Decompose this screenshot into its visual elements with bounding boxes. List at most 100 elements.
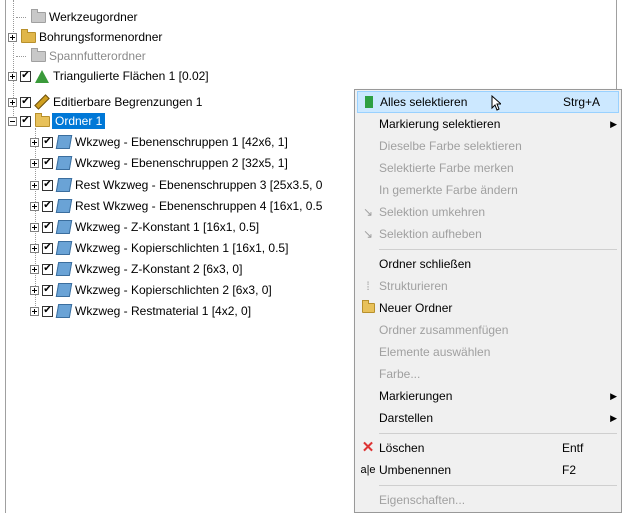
menu-item-properties[interactable]: Eigenschaften...	[357, 489, 619, 511]
visibility-checkbox[interactable]: ✔	[42, 242, 53, 254]
expand-icon[interactable]	[30, 243, 39, 253]
folder-icon	[34, 112, 50, 128]
tree-item-bohrungsformenordner[interactable]: Bohrungsformenordner	[8, 27, 162, 47]
expand-icon[interactable]	[8, 97, 17, 107]
holder-folder-icon	[30, 47, 46, 63]
expand-icon[interactable]	[30, 201, 39, 211]
toolpath-icon	[55, 199, 73, 213]
toolpath-icon	[55, 156, 73, 170]
menu-item-invert-selection[interactable]: ↘ Selektion umkehren	[357, 201, 619, 223]
tree-item-werkzeugordner[interactable]: Werkzeugordner	[16, 7, 138, 27]
hole-folder-icon	[20, 28, 36, 44]
visibility-checkbox[interactable]: ✔	[42, 157, 53, 169]
tree-item-toolpath[interactable]: ✔ Wkzweg - Ebenenschruppen 2 [32x5, 1]	[30, 153, 288, 173]
menu-item-delete[interactable]: ✕ Löschen Entf	[357, 437, 619, 459]
toolpath-icon	[55, 178, 73, 192]
tree-item-triangulierte-flaechen[interactable]: ✔ Triangulierte Flächen 1 [0.02]	[8, 66, 209, 86]
submenu-arrow-icon: ▶	[610, 413, 617, 423]
rename-icon: a|e	[360, 464, 376, 476]
visibility-checkbox[interactable]: ✔	[42, 136, 53, 148]
menu-item-markings[interactable]: Markierungen ▶	[357, 385, 619, 407]
menu-item-new-folder[interactable]: Neuer Ordner	[357, 297, 619, 319]
menu-item-rename[interactable]: a|e Umbenennen F2	[357, 459, 619, 481]
visibility-checkbox[interactable]: ✔	[20, 115, 31, 127]
menu-item-color[interactable]: Farbe...	[357, 363, 619, 385]
visibility-checkbox[interactable]: ✔	[42, 305, 53, 317]
toolpath-icon	[55, 304, 73, 318]
visibility-checkbox[interactable]: ✔	[42, 221, 53, 233]
tree-item-spannfutterordner[interactable]: Spannfutterordner	[16, 46, 146, 66]
toolpath-icon	[55, 283, 73, 297]
visibility-checkbox[interactable]: ✔	[20, 96, 31, 108]
menu-item-merge-folder[interactable]: Ordner zusammenfügen	[357, 319, 619, 341]
tree-item-label: Ordner 1	[52, 113, 106, 129]
delete-icon: ✕	[361, 439, 375, 456]
visibility-checkbox[interactable]: ✔	[42, 263, 53, 275]
tree-item-label: Rest Wkzweg - Ebenenschruppen 3 [25x3.5,…	[75, 178, 323, 192]
tree-item-label: Werkzeugordner	[49, 10, 138, 24]
submenu-arrow-icon: ▶	[610, 391, 617, 401]
tree-item-toolpath[interactable]: ✔ Wkzweg - Z-Konstant 2 [6x3, 0]	[30, 259, 242, 279]
menu-separator	[379, 433, 617, 434]
pencil-icon	[34, 94, 50, 110]
expand-icon[interactable]	[30, 264, 39, 274]
tree-item-label: Wkzweg - Restmaterial 1 [4x2, 0]	[75, 304, 252, 318]
toolpath-icon	[55, 135, 73, 149]
menu-item-select-all[interactable]: Alles selektieren Strg+A	[357, 91, 619, 113]
clear-selection-icon: ↘	[362, 227, 374, 241]
menu-separator	[379, 485, 617, 486]
expand-icon[interactable]	[30, 222, 39, 232]
tree-item-toolpath[interactable]: ✔ Wkzweg - Kopierschlichten 1 [16x1, 0.5…	[30, 238, 288, 258]
tree-item-label: Spannfutterordner	[49, 49, 146, 63]
tree-item-label: Wkzweg - Z-Konstant 1 [16x1, 0.5]	[75, 220, 260, 234]
menu-item-change-to-color[interactable]: In gemerkte Farbe ändern	[357, 179, 619, 201]
tree-item-label: Editierbare Begrenzungen 1	[53, 95, 203, 109]
expand-icon[interactable]	[30, 306, 39, 316]
menu-item-clear-selection[interactable]: ↘ Selektion aufheben	[357, 223, 619, 245]
tree-item-label: Wkzweg - Z-Konstant 2 [6x3, 0]	[75, 262, 243, 276]
expand-icon[interactable]	[30, 158, 39, 168]
menu-item-remember-color[interactable]: Selektierte Farbe merken	[357, 157, 619, 179]
context-menu: Alles selektieren Strg+A Markierung sele…	[354, 89, 622, 513]
tree-item-label: Wkzweg - Kopierschlichten 2 [6x3, 0]	[75, 283, 272, 297]
tree-item-label: Bohrungsformenordner	[39, 30, 163, 44]
tree-item-toolpath[interactable]: ✔ Wkzweg - Ebenenschruppen 1 [42x6, 1]	[30, 132, 288, 152]
tree-item-label: Triangulierte Flächen 1 [0.02]	[53, 69, 209, 83]
new-folder-icon	[361, 300, 375, 315]
tree-item-label: Wkzweg - Ebenenschruppen 1 [42x6, 1]	[75, 135, 288, 149]
tree-item-label: Rest Wkzweg - Ebenenschruppen 4 [16x1, 0…	[75, 199, 323, 213]
menu-item-select-elements[interactable]: Elemente auswählen	[357, 341, 619, 363]
tree-item-label: Wkzweg - Ebenenschruppen 2 [32x5, 1]	[75, 156, 288, 170]
expand-icon[interactable]	[8, 71, 17, 81]
submenu-arrow-icon: ▶	[610, 119, 617, 129]
tree-item-toolpath[interactable]: ✔ Rest Wkzweg - Ebenenschruppen 3 [25x3.…	[30, 175, 322, 195]
menu-item-display[interactable]: Darstellen ▶	[357, 407, 619, 429]
expand-icon[interactable]	[30, 180, 39, 190]
tree-item-toolpath[interactable]: ✔ Wkzweg - Z-Konstant 1 [16x1, 0.5]	[30, 217, 259, 237]
tree-item-toolpath[interactable]: ✔ Wkzweg - Restmaterial 1 [4x2, 0]	[30, 301, 251, 321]
menu-separator	[379, 249, 617, 250]
expand-icon[interactable]	[8, 32, 17, 42]
mouse-cursor-icon	[491, 95, 501, 111]
visibility-checkbox[interactable]: ✔	[42, 284, 53, 296]
visibility-checkbox[interactable]: ✔	[42, 179, 53, 191]
structure-icon: ⁞	[366, 279, 370, 293]
menu-item-select-same-color[interactable]: Dieselbe Farbe selektieren	[357, 135, 619, 157]
tree-item-toolpath[interactable]: ✔ Rest Wkzweg - Ebenenschruppen 4 [16x1,…	[30, 196, 322, 216]
toolpath-icon	[55, 262, 73, 276]
toolpath-icon	[55, 220, 73, 234]
collapse-icon[interactable]	[8, 116, 17, 126]
invert-selection-icon: ↘	[362, 205, 374, 219]
visibility-checkbox[interactable]: ✔	[20, 70, 31, 82]
toolpath-icon	[55, 241, 73, 255]
menu-item-structure[interactable]: ⁞ Strukturieren	[357, 275, 619, 297]
tree-item-ordner-1[interactable]: ✔ Ordner 1	[8, 111, 106, 131]
visibility-checkbox[interactable]: ✔	[42, 200, 53, 212]
expand-icon[interactable]	[30, 137, 39, 147]
tree-item-toolpath[interactable]: ✔ Wkzweg - Kopierschlichten 2 [6x3, 0]	[30, 280, 272, 300]
triangle-mesh-icon	[34, 69, 50, 83]
tree-item-editierbare-begrenzungen[interactable]: ✔ Editierbare Begrenzungen 1	[8, 92, 202, 112]
menu-item-close-folder[interactable]: Ordner schließen	[357, 253, 619, 275]
expand-icon[interactable]	[30, 285, 39, 295]
menu-item-select-marking[interactable]: Markierung selektieren ▶	[357, 113, 619, 135]
